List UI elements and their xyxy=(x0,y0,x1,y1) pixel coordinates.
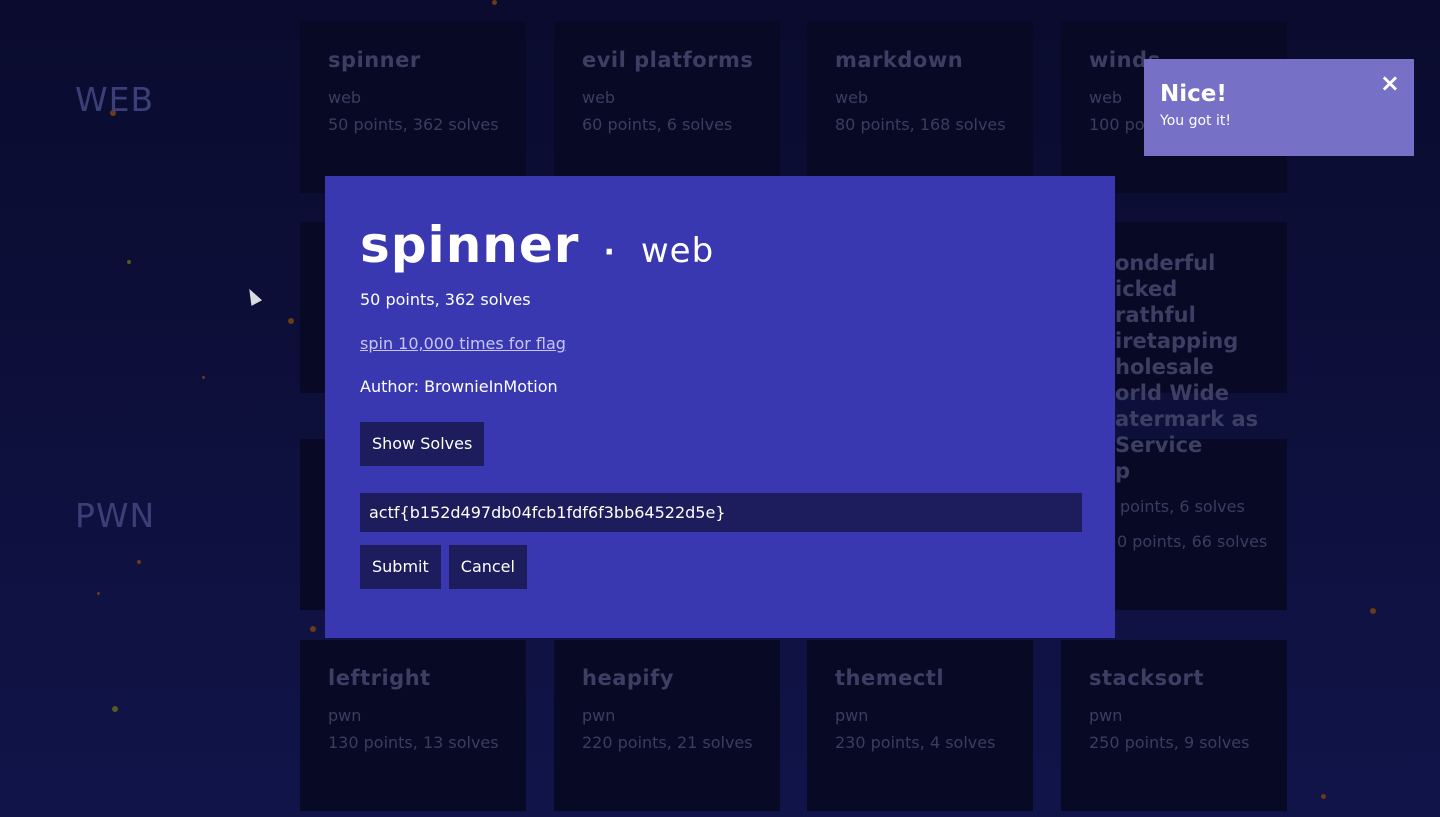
ember-particle xyxy=(127,260,131,264)
toast-title: Nice! xyxy=(1160,81,1227,107)
challenge-title: markdown xyxy=(835,48,964,72)
challenge-stats: 230 points, 4 solves xyxy=(835,733,996,752)
challenge-card-evil-platforms[interactable]: evil platforms web 60 points, 6 solves xyxy=(554,22,780,193)
challenge-stats: 80 points, 168 solves xyxy=(835,115,1006,134)
challenge-title: themectl xyxy=(835,666,945,690)
challenge-stats: 0 points, 66 solves xyxy=(1117,532,1268,551)
ember-particle xyxy=(288,318,294,324)
toast-message: You got it! xyxy=(1160,113,1231,129)
challenge-title: stacksort xyxy=(1089,666,1204,690)
challenge-stats: 220 points, 21 solves xyxy=(582,733,753,752)
challenge-card-leftright[interactable]: leftright pwn 130 points, 13 solves xyxy=(300,640,526,811)
challenge-card-markdown[interactable]: markdown web 80 points, 168 solves xyxy=(807,22,1033,193)
close-icon[interactable]: × xyxy=(1380,69,1400,97)
submit-button[interactable]: Submit xyxy=(360,545,441,589)
challenge-description-link[interactable]: spin 10,000 times for flag xyxy=(360,334,566,353)
challenge-card-spinner[interactable]: spinner web 50 points, 362 solves xyxy=(300,22,526,193)
challenge-category: web xyxy=(582,88,616,107)
ember-particle xyxy=(97,592,100,595)
modal-category: web xyxy=(640,231,715,271)
ember-particle xyxy=(1370,608,1376,614)
challenge-stats: points, 6 solves xyxy=(1120,497,1245,516)
challenge-stats: 250 points, 9 solves xyxy=(1089,733,1250,752)
challenge-card-heapify[interactable]: heapify pwn 220 points, 21 solves xyxy=(554,640,780,811)
challenge-card-stacksort[interactable]: stacksort pwn 250 points, 9 solves xyxy=(1061,640,1287,811)
challenge-author: Author: BrownieInMotion xyxy=(360,377,558,396)
modal-header: spinner · web xyxy=(360,216,1080,276)
challenge-title: spinner xyxy=(328,48,421,72)
challenge-category: web xyxy=(328,88,362,107)
challenge-stats: 60 points, 6 solves xyxy=(582,115,733,134)
ember-particle xyxy=(112,706,118,712)
ember-particle xyxy=(310,626,316,632)
challenge-category: web xyxy=(835,88,869,107)
category-heading-pwn: PWN xyxy=(75,496,156,535)
challenge-stats: 130 points, 13 solves xyxy=(328,733,499,752)
challenge-category: pwn xyxy=(582,706,616,725)
challenge-category: pwn xyxy=(328,706,362,725)
title-separator: · xyxy=(603,235,615,270)
modal-title: spinner xyxy=(360,216,580,274)
ember-particle xyxy=(202,376,205,379)
challenge-title: evil platforms xyxy=(582,48,754,72)
challenge-category: pwn xyxy=(835,706,869,725)
challenge-stats: 50 points, 362 solves xyxy=(328,115,499,134)
success-toast: Nice! You got it! × xyxy=(1144,59,1414,156)
challenge-card-themectl[interactable]: themectl pwn 230 points, 4 solves xyxy=(807,640,1033,811)
cancel-button[interactable]: Cancel xyxy=(448,545,527,589)
ember-particle xyxy=(137,560,141,564)
flag-input[interactable] xyxy=(360,493,1082,532)
challenge-title: heapify xyxy=(582,666,674,690)
challenge-modal: spinner · web 50 points, 362 solves spin… xyxy=(325,176,1115,638)
ember-particle xyxy=(492,0,497,5)
category-heading-web: WEB xyxy=(75,80,155,119)
modal-stats: 50 points, 362 solves xyxy=(360,290,531,309)
challenge-category: pwn xyxy=(1089,706,1123,725)
challenge-title-wonderful: onderful icked rathful iretapping holesa… xyxy=(1115,251,1259,483)
show-solves-button[interactable]: Show Solves xyxy=(360,422,485,466)
ember-particle xyxy=(1321,794,1326,799)
challenge-title: leftright xyxy=(328,666,431,690)
